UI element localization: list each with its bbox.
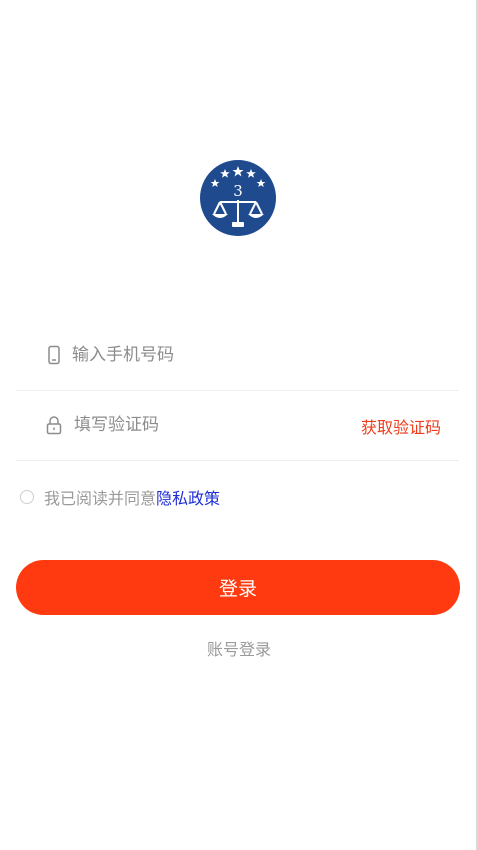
agreement-text: 我已阅读并同意 xyxy=(44,489,157,508)
login-button[interactable]: 登录 xyxy=(16,560,460,615)
agreement-row: 我已阅读并同意 隐私政策 xyxy=(20,486,220,508)
verification-code-field: 获取验证码 xyxy=(16,390,459,461)
svg-text:3: 3 xyxy=(233,182,243,200)
phone-field xyxy=(16,320,459,391)
verification-code-input[interactable] xyxy=(74,410,334,440)
get-code-button[interactable]: 获取验证码 xyxy=(361,414,441,438)
phone-icon xyxy=(48,345,60,365)
phone-input[interactable] xyxy=(72,340,432,370)
privacy-policy-link[interactable]: 隐私政策 xyxy=(156,485,220,509)
scales-of-justice-emblem-icon: 3 xyxy=(200,160,276,236)
account-login-link[interactable]: 账号登录 xyxy=(0,636,478,660)
agreement-checkbox[interactable] xyxy=(20,490,34,504)
lock-icon xyxy=(46,416,62,435)
